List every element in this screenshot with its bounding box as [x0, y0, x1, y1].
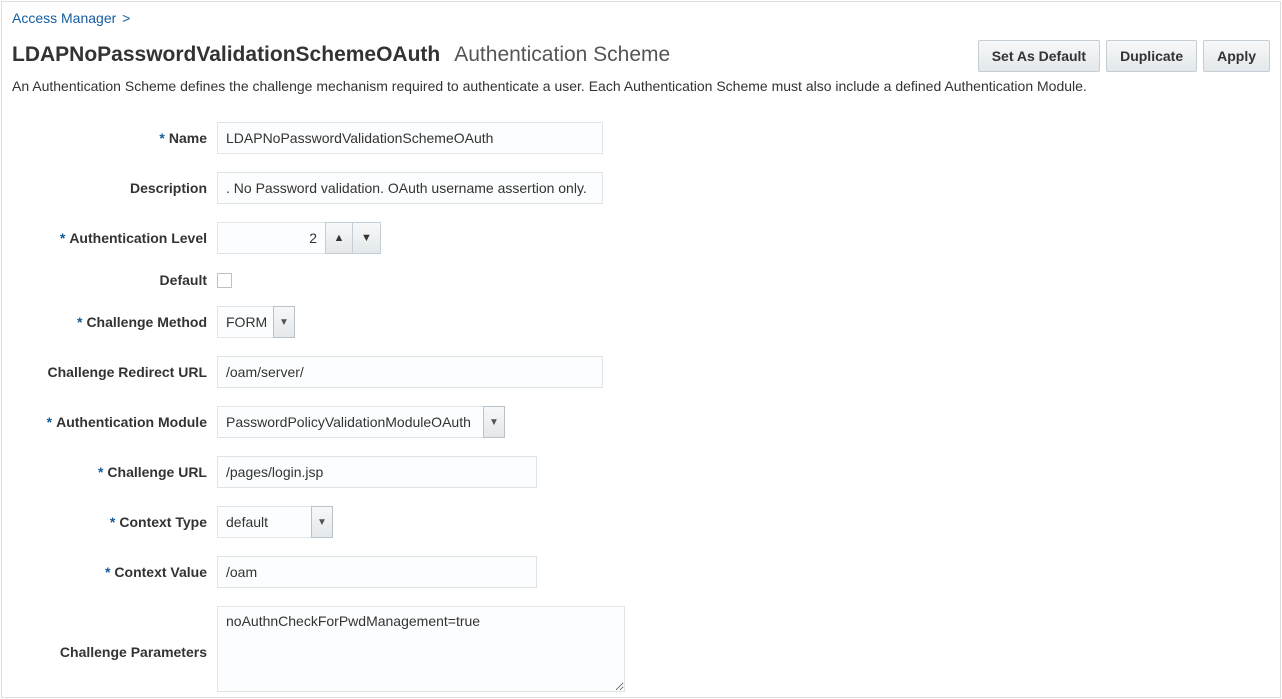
label-challenge-params: Challenge Parameters [12, 638, 207, 660]
challenge-redirect-url-input[interactable] [217, 356, 603, 388]
breadcrumb-sep: > [122, 10, 130, 26]
breadcrumb-root[interactable]: Access Manager [12, 10, 116, 26]
auth-level-input[interactable] [217, 222, 325, 254]
auth-module-value: PasswordPolicyValidationModuleOAuth [217, 406, 483, 438]
chevron-down-icon: ▼ [361, 232, 372, 244]
label-auth-module: *Authentication Module [12, 414, 207, 430]
action-buttons: Set As Default Duplicate Apply [978, 40, 1270, 72]
auth-level-spinner: ▲ ▼ [217, 222, 381, 254]
label-auth-level: *Authentication Level [12, 230, 207, 246]
apply-button[interactable]: Apply [1203, 40, 1270, 72]
auth-level-down[interactable]: ▼ [353, 222, 381, 254]
label-challenge-redirect-url: Challenge Redirect URL [12, 364, 207, 380]
auth-module-dropdown[interactable]: ▼ [483, 406, 505, 438]
context-type-dropdown[interactable]: ▼ [311, 506, 333, 538]
chevron-down-icon: ▼ [317, 517, 327, 528]
chevron-down-icon: ▼ [279, 317, 289, 328]
page-title: LDAPNoPasswordValidationSchemeOAuth [12, 43, 440, 67]
challenge-params-textarea[interactable] [217, 606, 625, 692]
label-challenge-url: *Challenge URL [12, 464, 207, 480]
label-context-value: *Context Value [12, 564, 207, 580]
breadcrumb: Access Manager > [12, 10, 1270, 26]
label-name: *Name [12, 130, 207, 146]
description-input[interactable] [217, 172, 603, 204]
default-checkbox[interactable] [217, 273, 232, 288]
challenge-method-dropdown[interactable]: ▼ [273, 306, 295, 338]
context-value-input[interactable] [217, 556, 537, 588]
label-challenge-method: *Challenge Method [12, 314, 207, 330]
context-type-select[interactable]: default ▼ [217, 506, 333, 538]
context-type-value: default [217, 506, 311, 538]
challenge-url-input[interactable] [217, 456, 537, 488]
label-description: Description [12, 180, 207, 196]
page-subtitle: Authentication Scheme [454, 43, 670, 67]
label-context-type: *Context Type [12, 514, 207, 530]
label-default: Default [12, 272, 207, 288]
chevron-down-icon: ▼ [489, 417, 499, 428]
challenge-method-value: FORM [217, 306, 273, 338]
auth-level-up[interactable]: ▲ [325, 222, 353, 254]
duplicate-button[interactable]: Duplicate [1106, 40, 1197, 72]
auth-module-select[interactable]: PasswordPolicyValidationModuleOAuth ▼ [217, 406, 505, 438]
name-input[interactable] [217, 122, 603, 154]
chevron-up-icon: ▲ [334, 232, 345, 244]
page-description: An Authentication Scheme defines the cha… [12, 78, 1270, 94]
set-as-default-button[interactable]: Set As Default [978, 40, 1100, 72]
challenge-method-select[interactable]: FORM ▼ [217, 306, 295, 338]
